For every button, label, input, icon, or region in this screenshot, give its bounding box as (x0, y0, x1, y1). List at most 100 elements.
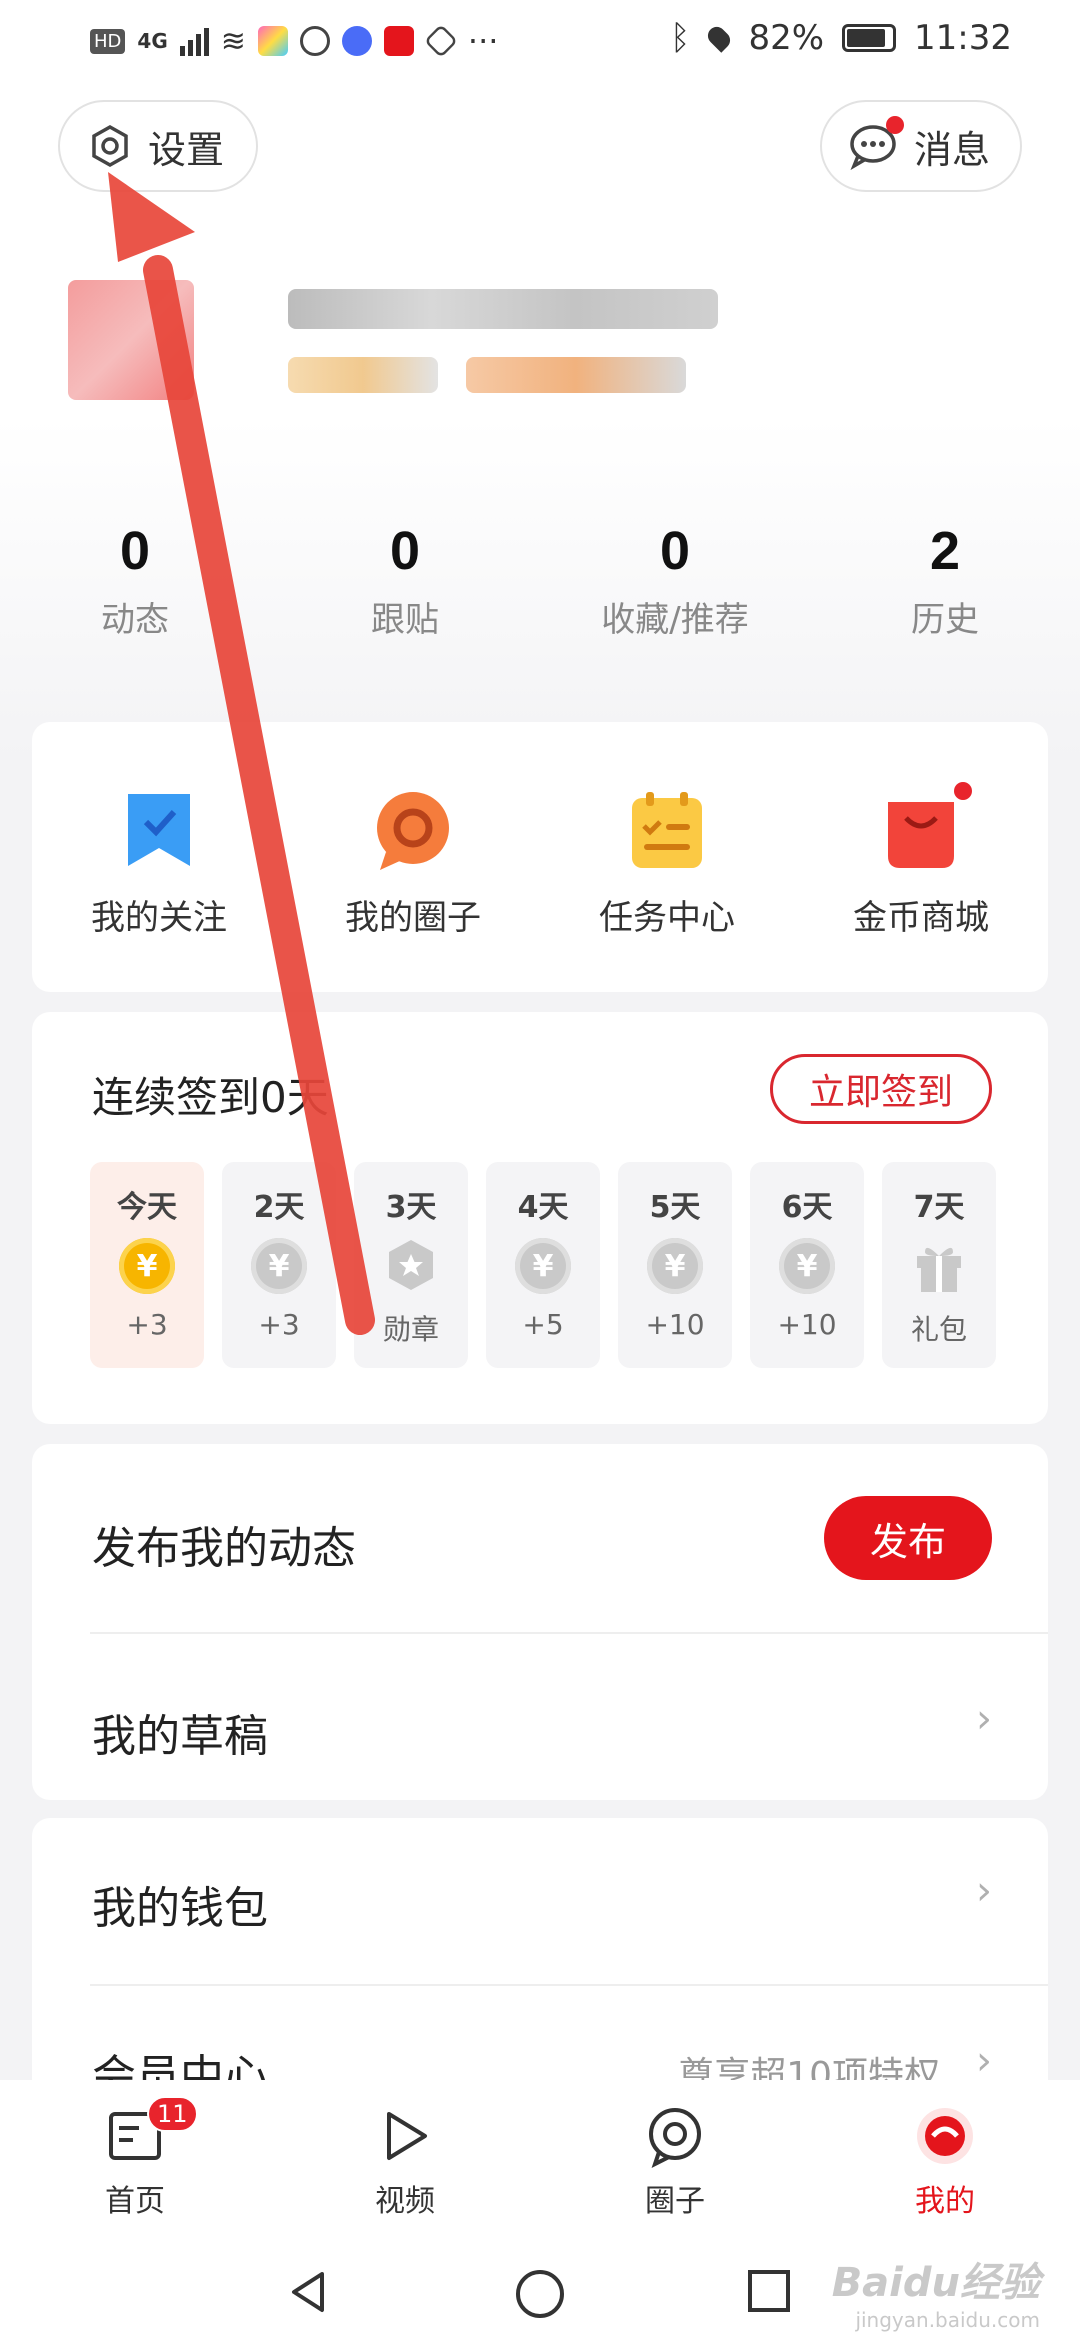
signin-day-reward: 勋章 (382, 1313, 439, 1346)
network-label: 4G (137, 29, 168, 53)
tab-circles[interactable]: 圈子 (540, 2080, 810, 2240)
signin-days: 今天 ¥ +3 2天 ¥ +3 3天 勋章 4天 ¥ +5 5天 ¥ +10 6… (90, 1162, 996, 1368)
signin-day-reward: +10 (777, 1308, 837, 1341)
status-right: ᛒ 82% 11:32 (670, 18, 1012, 58)
signin-day-label: 2天 (253, 1190, 305, 1225)
tab-label: 圈子 (645, 2184, 705, 2219)
chevron-right-icon: › (976, 1868, 992, 1914)
user-badge-blurred (466, 357, 686, 393)
signin-day-3[interactable]: 3天 勋章 (354, 1162, 468, 1368)
signin-day-7[interactable]: 7天 礼包 (882, 1162, 996, 1368)
quick-action-follow[interactable]: 我的关注 (32, 722, 286, 992)
wallet-item[interactable]: 我的钱包 (92, 1872, 1048, 1936)
tab-me[interactable]: 我的 (810, 2080, 1080, 2240)
stat-history[interactable]: 2 历史 (810, 520, 1080, 641)
signin-day-reward: +3 (126, 1308, 168, 1341)
signin-day-label: 6天 (781, 1190, 833, 1225)
signin-day-label: 3天 (385, 1190, 437, 1225)
profile-logo-icon (913, 2104, 977, 2168)
watermark-brand: Baidu经验 (831, 2260, 1040, 2306)
play-icon (373, 2104, 437, 2168)
signin-day-2[interactable]: 2天 ¥ +3 (222, 1162, 336, 1368)
news-icon: 11 (103, 2096, 198, 2168)
recents-icon[interactable] (746, 2268, 792, 2314)
quick-action-tasks[interactable]: 任务中心 (540, 722, 794, 992)
baidu-watermark: Baidu经验 jingyan.baidu.com (832, 2250, 1040, 2332)
location-icon (704, 23, 735, 53)
stat-value: 0 (389, 521, 421, 581)
task-clipboard-icon (626, 790, 708, 872)
signin-title: 连续签到0天 (92, 1073, 329, 1122)
quick-action-label: 任务中心 (599, 898, 735, 938)
gray-coin-icon: ¥ (515, 1238, 571, 1294)
stat-posts[interactable]: 0 动态 (0, 520, 270, 641)
stat-label: 跟贴 (371, 600, 439, 640)
back-icon[interactable] (284, 2268, 332, 2316)
settings-button[interactable]: 设置 (58, 100, 258, 192)
signin-day-6[interactable]: 6天 ¥ +10 (750, 1162, 864, 1368)
signin-now-button[interactable]: 立即签到 (770, 1054, 992, 1124)
chat-bubble-icon (848, 116, 904, 171)
signin-day-reward: +10 (645, 1308, 705, 1341)
drafts-item[interactable]: 我的草稿 (92, 1700, 1048, 1764)
signin-day-label: 今天 (117, 1190, 177, 1225)
signin-day-4[interactable]: 4天 ¥ +5 (486, 1162, 600, 1368)
quick-actions-card: 我的关注 我的圈子 任务中心 金币商城 (32, 722, 1048, 992)
messages-button[interactable]: 消息 (820, 100, 1022, 192)
signin-day-reward: +3 (258, 1308, 300, 1341)
settings-hexagon-icon (92, 124, 128, 168)
shopping-bag-icon (880, 782, 972, 872)
chevron-right-icon: › (976, 2038, 992, 2084)
message-unread-dot (886, 116, 904, 134)
more-notifications-icon: ··· (467, 22, 499, 60)
book-notification-icon (383, 26, 414, 56)
stat-label: 动态 (101, 600, 169, 640)
signin-day-5[interactable]: 5天 ¥ +10 (618, 1162, 732, 1368)
bluetooth-icon: ᛒ (670, 18, 691, 58)
divider (90, 1984, 1048, 1986)
quick-action-coin-shop[interactable]: 金币商城 (794, 722, 1048, 992)
battery-icon (842, 24, 897, 52)
app-notification-icon (257, 26, 288, 56)
hexagon-notification-icon (423, 24, 458, 58)
signal-icon (179, 26, 209, 56)
signin-day-reward: +5 (522, 1308, 564, 1341)
clock: 11:32 (914, 18, 1012, 58)
tab-label: 我的 (915, 2184, 975, 2219)
stats-row: 0 动态 0 跟贴 0 收藏/推荐 2 历史 (0, 520, 1080, 641)
stat-label: 收藏/推荐 (601, 600, 749, 640)
signin-day-1[interactable]: 今天 ¥ +3 (90, 1162, 204, 1368)
avatar[interactable] (68, 280, 194, 400)
quick-action-label: 我的关注 (91, 898, 227, 938)
home-badge: 11 (147, 2096, 198, 2132)
gray-coin-icon: ¥ (647, 1238, 703, 1294)
stat-value: 0 (119, 521, 151, 581)
user-profile[interactable] (40, 245, 760, 445)
tab-label: 视频 (375, 2184, 435, 2219)
stat-value: 2 (929, 521, 961, 581)
hd-icon: HD (90, 28, 126, 54)
user-level-blurred (288, 357, 438, 393)
music-notification-icon (341, 26, 372, 56)
signin-day-reward: 礼包 (910, 1313, 967, 1346)
gold-coin-icon: ¥ (119, 1238, 175, 1294)
tab-video[interactable]: 视频 (270, 2080, 540, 2240)
gray-coin-icon: ¥ (251, 1238, 307, 1294)
quick-action-circles[interactable]: 我的圈子 (286, 722, 540, 992)
browser-notification-icon (299, 26, 330, 56)
settings-label: 设置 (148, 127, 225, 172)
stat-label: 历史 (911, 600, 979, 640)
signin-day-label: 5天 (649, 1190, 701, 1225)
tab-home[interactable]: 11 首页 (0, 2080, 270, 2240)
wifi-icon: ≋ (220, 23, 246, 59)
stat-favorites[interactable]: 0 收藏/推荐 (540, 520, 810, 641)
publish-button[interactable]: 发布 (824, 1496, 992, 1580)
status-left: HD 4G ≋ ··· (90, 22, 498, 60)
post-card: 发布我的动态 发布 我的草稿 › (32, 1444, 1048, 1800)
tab-label: 首页 (105, 2184, 165, 2219)
bottom-tab-bar: 11 首页 视频 圈子 我的 (0, 2080, 1080, 2240)
divider (90, 1632, 1048, 1634)
status-bar: HD 4G ≋ ··· ᛒ 82% 11:32 (0, 0, 1080, 80)
stat-replies[interactable]: 0 跟贴 (270, 520, 540, 641)
home-icon[interactable] (514, 2268, 566, 2320)
